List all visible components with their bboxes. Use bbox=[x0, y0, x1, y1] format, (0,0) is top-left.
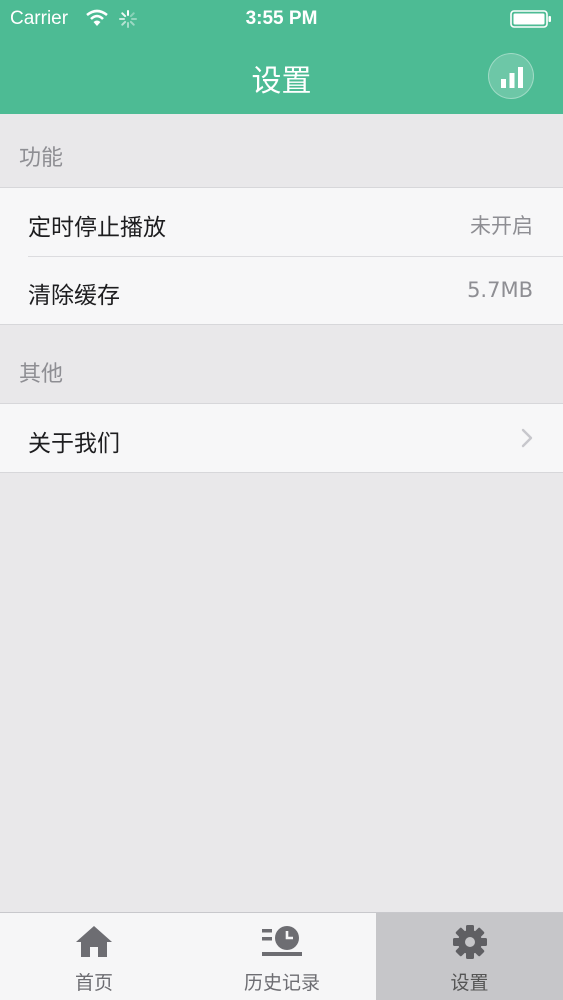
status-time: 3:55 PM bbox=[245, 8, 318, 29]
section-title: 功能 bbox=[19, 146, 64, 171]
tab-label: 首页 bbox=[74, 972, 113, 994]
row-value: 5.7MB bbox=[467, 278, 533, 302]
row-label: 清除缓存 bbox=[28, 283, 120, 309]
function-group: 定时停止播放 未开启 清除缓存 5.7MB bbox=[0, 187, 563, 325]
home-icon bbox=[76, 926, 112, 957]
clear-cache-row[interactable]: 清除缓存 5.7MB bbox=[0, 256, 563, 324]
row-value: 未开启 bbox=[470, 214, 533, 238]
row-label: 关于我们 bbox=[28, 431, 120, 457]
sleep-timer-row[interactable]: 定时停止播放 未开启 bbox=[0, 188, 563, 256]
gear-icon bbox=[452, 925, 487, 959]
status-bar: Carrier 3:55 PM bbox=[0, 0, 563, 40]
history-icon bbox=[262, 926, 302, 956]
section-header-other: 其他 bbox=[0, 330, 563, 404]
navigation-header: Carrier 3:55 PM 设置 bbox=[0, 0, 563, 114]
tab-home[interactable]: 首页 bbox=[0, 913, 188, 1000]
tab-history[interactable]: 历史记录 bbox=[188, 913, 376, 1000]
other-group: 关于我们 bbox=[0, 403, 563, 473]
row-label: 定时停止播放 bbox=[28, 215, 166, 241]
battery-icon bbox=[510, 10, 551, 28]
page-title: 设置 bbox=[251, 64, 312, 99]
tab-settings[interactable]: 设置 bbox=[376, 913, 563, 1000]
section-title: 其他 bbox=[19, 362, 64, 387]
stats-button[interactable] bbox=[488, 53, 534, 99]
section-header-function: 功能 bbox=[0, 114, 563, 188]
tab-label: 历史记录 bbox=[243, 972, 320, 994]
tab-label: 设置 bbox=[450, 972, 489, 994]
bar-chart-icon bbox=[501, 67, 523, 88]
tab-bar: 首页 历史记录 设置 bbox=[0, 912, 563, 1000]
chevron-right-icon bbox=[521, 428, 533, 448]
about-us-row[interactable]: 关于我们 bbox=[0, 404, 563, 472]
